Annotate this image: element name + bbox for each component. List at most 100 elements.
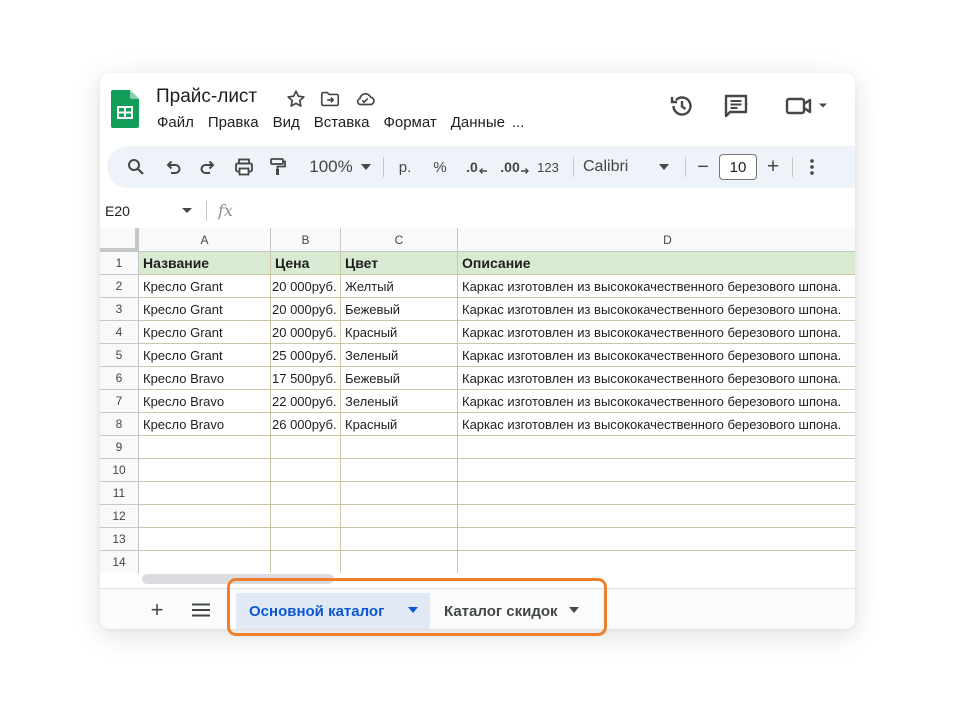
table-cell[interactable] bbox=[341, 528, 458, 551]
increase-decimal-button[interactable]: .00 bbox=[498, 146, 532, 188]
header-cell[interactable]: Цена bbox=[271, 252, 341, 275]
column-header-d[interactable]: D bbox=[458, 228, 855, 252]
name-box[interactable]: E20 bbox=[105, 203, 130, 219]
cloud-saved-icon[interactable] bbox=[354, 88, 376, 110]
table-cell[interactable]: Бежевый bbox=[341, 298, 458, 321]
add-sheet-button[interactable]: + bbox=[144, 597, 170, 623]
row-header[interactable]: 7 bbox=[100, 390, 139, 413]
row-header[interactable]: 5 bbox=[100, 344, 139, 367]
table-cell[interactable]: Каркас изготовлен из высококачественного… bbox=[458, 344, 855, 367]
row-header[interactable]: 11 bbox=[100, 482, 139, 505]
table-cell[interactable] bbox=[271, 505, 341, 528]
table-cell[interactable]: Кресло Bravo bbox=[139, 390, 271, 413]
number-format-button[interactable]: 123 bbox=[533, 146, 563, 188]
table-cell[interactable] bbox=[458, 551, 855, 573]
row-header[interactable]: 13 bbox=[100, 528, 139, 551]
column-header-b[interactable]: B bbox=[271, 228, 341, 252]
table-cell[interactable] bbox=[341, 459, 458, 482]
table-cell[interactable]: Каркас изготовлен из высококачественного… bbox=[458, 390, 855, 413]
table-cell[interactable] bbox=[341, 482, 458, 505]
table-cell[interactable]: 20 000руб. bbox=[271, 321, 341, 344]
menu-file[interactable]: Файл bbox=[150, 113, 201, 135]
menu-more[interactable]: ... bbox=[512, 113, 532, 135]
table-cell[interactable]: Кресло Grant bbox=[139, 275, 271, 298]
document-title[interactable]: Прайс-лист bbox=[156, 86, 257, 108]
row-header[interactable]: 2 bbox=[100, 275, 139, 298]
spreadsheet-grid[interactable]: A B C D 1 Название Цена Цвет Описание 2 Кресло Gra… bbox=[100, 228, 855, 573]
table-cell[interactable]: Желтый bbox=[341, 275, 458, 298]
row-header[interactable]: 12 bbox=[100, 505, 139, 528]
table-cell[interactable]: 25 000руб. bbox=[271, 344, 341, 367]
table-cell[interactable] bbox=[271, 436, 341, 459]
column-header-a[interactable]: A bbox=[139, 228, 271, 252]
percent-format-button[interactable]: % bbox=[428, 146, 452, 188]
table-cell[interactable]: Красный bbox=[341, 321, 458, 344]
table-cell[interactable]: 26 000руб. bbox=[271, 413, 341, 436]
table-cell[interactable]: Каркас изготовлен из высококачественного… bbox=[458, 367, 855, 390]
table-cell[interactable] bbox=[271, 459, 341, 482]
star-icon[interactable] bbox=[285, 88, 307, 110]
increase-font-size-button[interactable]: + bbox=[762, 146, 784, 188]
table-cell[interactable] bbox=[341, 551, 458, 573]
table-cell[interactable]: 17 500руб. bbox=[271, 367, 341, 390]
paint-format-button[interactable] bbox=[265, 146, 291, 188]
header-cell[interactable]: Название bbox=[139, 252, 271, 275]
all-sheets-button[interactable] bbox=[188, 597, 214, 623]
print-button[interactable] bbox=[231, 146, 257, 188]
table-cell[interactable]: Кресло Grant bbox=[139, 298, 271, 321]
row-header[interactable]: 14 bbox=[100, 551, 139, 573]
currency-format-button[interactable]: р. bbox=[393, 146, 417, 188]
search-menus-button[interactable] bbox=[123, 146, 149, 188]
table-cell[interactable]: Зеленый bbox=[341, 344, 458, 367]
header-cell[interactable]: Описание bbox=[458, 252, 855, 275]
row-header[interactable]: 4 bbox=[100, 321, 139, 344]
decrease-font-size-button[interactable]: − bbox=[692, 146, 714, 188]
table-cell[interactable] bbox=[139, 528, 271, 551]
table-cell[interactable]: 20 000руб. bbox=[271, 298, 341, 321]
table-cell[interactable] bbox=[341, 436, 458, 459]
table-cell[interactable] bbox=[271, 551, 341, 573]
undo-button[interactable] bbox=[160, 146, 186, 188]
row-header[interactable]: 3 bbox=[100, 298, 139, 321]
table-cell[interactable]: Бежевый bbox=[341, 367, 458, 390]
font-family-select[interactable]: Calibri bbox=[583, 146, 639, 188]
row-header[interactable]: 6 bbox=[100, 367, 139, 390]
table-cell[interactable]: Кресло Bravo bbox=[139, 367, 271, 390]
menu-view[interactable]: Вид bbox=[266, 113, 307, 135]
zoom-dropdown[interactable] bbox=[359, 146, 373, 188]
table-cell[interactable] bbox=[341, 505, 458, 528]
row-header[interactable]: 1 bbox=[100, 252, 139, 275]
table-cell[interactable] bbox=[139, 551, 271, 573]
row-header[interactable]: 8 bbox=[100, 413, 139, 436]
select-all-corner[interactable] bbox=[100, 228, 139, 252]
table-cell[interactable]: Зеленый bbox=[341, 390, 458, 413]
meet-video-icon[interactable] bbox=[784, 92, 830, 120]
more-options-button[interactable] bbox=[803, 146, 821, 188]
sheets-logo-icon[interactable] bbox=[111, 90, 139, 128]
table-cell[interactable]: Красный bbox=[341, 413, 458, 436]
menu-insert[interactable]: Вставка bbox=[307, 113, 377, 135]
row-header[interactable]: 9 bbox=[100, 436, 139, 459]
zoom-select[interactable]: 100% bbox=[301, 146, 361, 188]
table-cell[interactable] bbox=[139, 505, 271, 528]
comments-icon[interactable] bbox=[722, 92, 750, 120]
table-cell[interactable]: Каркас изготовлен из высококачественного… bbox=[458, 413, 855, 436]
menu-format[interactable]: Формат bbox=[376, 113, 443, 135]
table-cell[interactable] bbox=[458, 505, 855, 528]
move-to-folder-icon[interactable] bbox=[319, 88, 341, 110]
row-header[interactable]: 10 bbox=[100, 459, 139, 482]
redo-button[interactable] bbox=[195, 146, 221, 188]
header-cell[interactable]: Цвет bbox=[341, 252, 458, 275]
table-cell[interactable]: Каркас изготовлен из высококачественного… bbox=[458, 275, 855, 298]
table-cell[interactable] bbox=[458, 482, 855, 505]
table-cell[interactable] bbox=[458, 436, 855, 459]
table-cell[interactable]: Кресло Bravo bbox=[139, 413, 271, 436]
menu-data[interactable]: Данные bbox=[444, 113, 512, 135]
table-cell[interactable]: Каркас изготовлен из высококачественного… bbox=[458, 321, 855, 344]
table-cell[interactable]: 20 000руб. bbox=[271, 275, 341, 298]
table-cell[interactable] bbox=[139, 459, 271, 482]
table-cell[interactable]: 22 000руб. bbox=[271, 390, 341, 413]
column-header-c[interactable]: C bbox=[341, 228, 458, 252]
table-cell[interactable]: Кресло Grant bbox=[139, 344, 271, 367]
table-cell[interactable] bbox=[458, 459, 855, 482]
